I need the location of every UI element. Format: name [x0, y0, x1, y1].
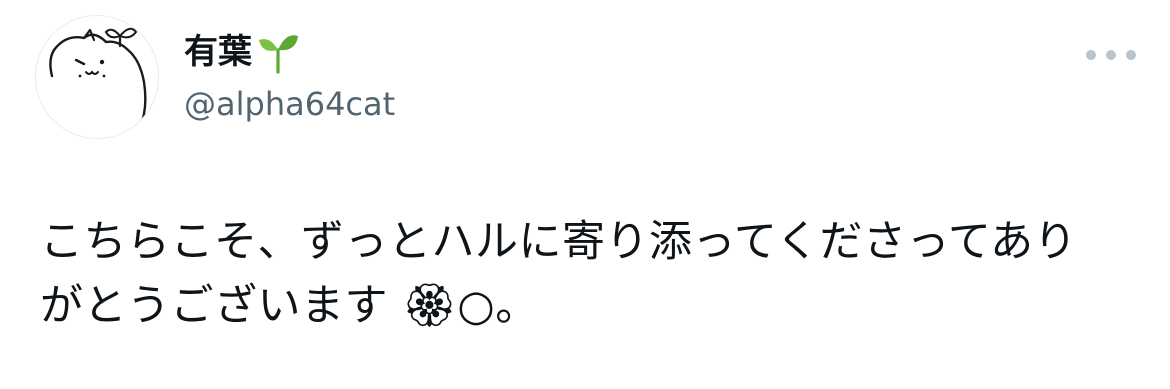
sprout-icon — [256, 30, 300, 74]
display-name-row[interactable]: 有葉 — [184, 28, 300, 76]
more-options-button[interactable] — [1086, 40, 1136, 70]
more-horizontal-icon — [1106, 50, 1116, 60]
tweet-text: こちらこそ、ずっとハルに寄り添ってくださってあり がとうございます 🏵○。 — [40, 210, 1140, 338]
avatar[interactable] — [36, 16, 158, 138]
tweet-card: 有葉 @alpha64cat こちらこそ、ずっとハルに寄り添ってくださってあり … — [0, 0, 1170, 389]
more-horizontal-icon — [1086, 50, 1096, 60]
cat-avatar-icon — [36, 16, 158, 138]
tweet-text-line: こちらこそ、ずっとハルに寄り添ってくださってあり — [40, 217, 1078, 267]
more-horizontal-icon — [1126, 50, 1136, 60]
display-name[interactable]: 有葉 — [184, 28, 252, 76]
user-handle[interactable]: @alpha64cat — [184, 80, 395, 128]
tweet-text-line: がとうございます 🏵○。 — [40, 281, 539, 331]
